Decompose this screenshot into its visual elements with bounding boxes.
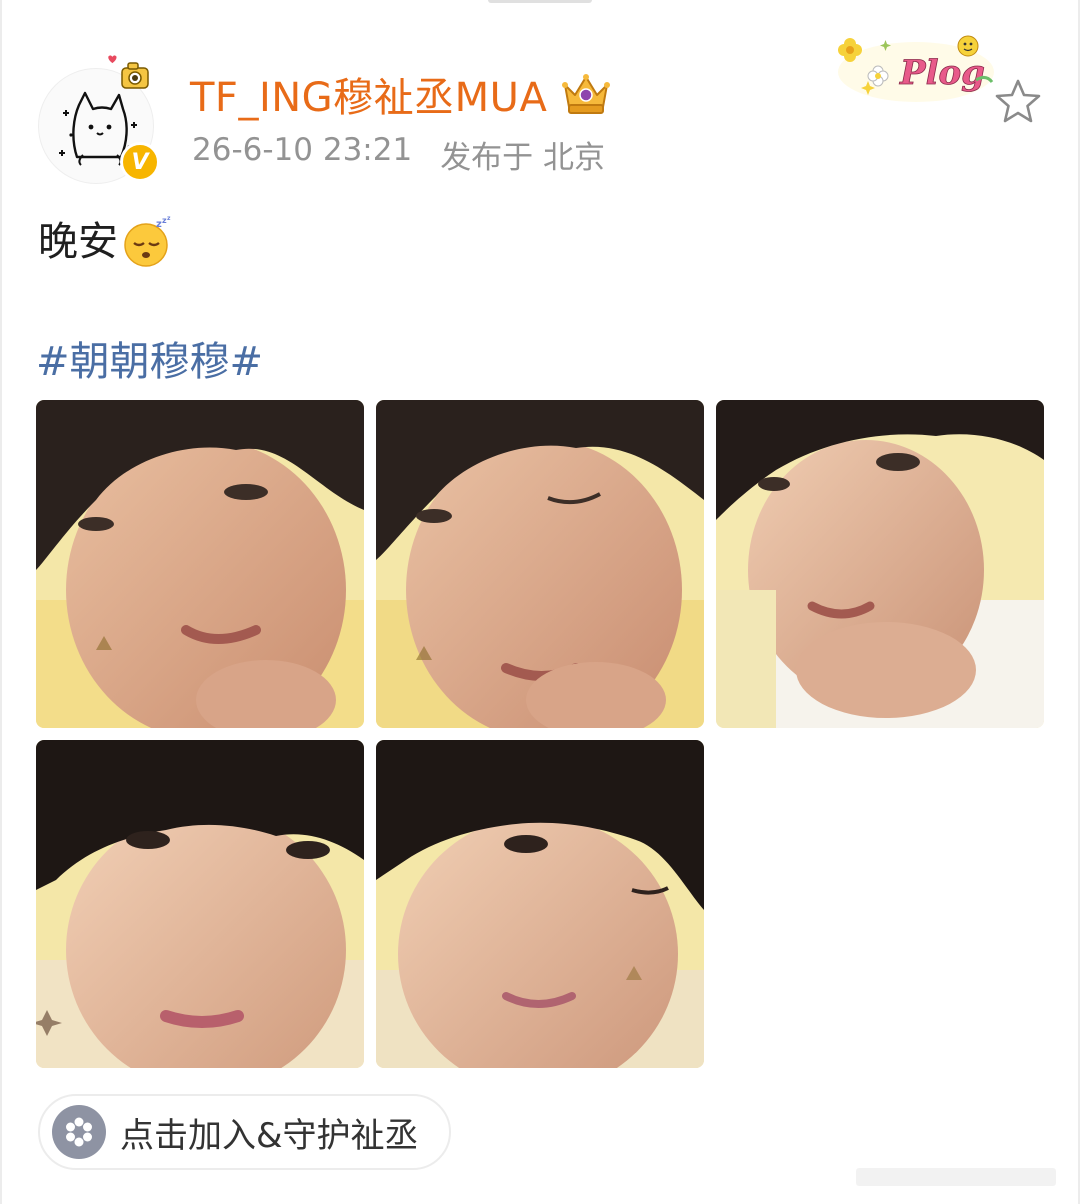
photo-5[interactable] xyxy=(376,740,704,1068)
photo-3[interactable] xyxy=(716,400,1044,728)
plog-sticker: Plog xyxy=(838,35,994,102)
photo-1[interactable] xyxy=(36,400,364,728)
photo-4[interactable] xyxy=(36,740,364,1068)
sleeping-face-emoji: z z z xyxy=(124,215,171,267)
flower-icon xyxy=(52,1105,106,1159)
crown-badge-icon[interactable] xyxy=(559,71,613,117)
post-location: 发布于 北京 xyxy=(440,140,606,176)
username-row: TF_ING穆祉丞MUA xyxy=(190,66,613,122)
post-date: 26-6-10 23:21 xyxy=(192,132,413,168)
avatar-container[interactable]: V xyxy=(38,55,160,184)
join-guard-label: 点击加入&守护祉丞 xyxy=(120,1115,419,1156)
photo-2[interactable] xyxy=(376,400,704,728)
post-meta: 26-6-10 23:21 发布于 北京 xyxy=(192,132,605,177)
svg-text:z: z xyxy=(167,215,171,222)
username[interactable]: TF_ING穆祉丞MUA xyxy=(190,65,547,123)
camera-sticker-icon xyxy=(108,55,149,89)
plog-sticker-text: Plog xyxy=(899,53,985,93)
frame-edge-left xyxy=(0,0,2,1204)
star-outline-icon[interactable] xyxy=(992,76,1044,128)
hashtag-link[interactable]: #朝朝穆穆# xyxy=(36,332,263,392)
top-handle-bar xyxy=(488,0,592,3)
post-text-content: 晚安 xyxy=(38,219,118,265)
post-text: 晚安 z z z xyxy=(38,210,174,274)
watermark-logo xyxy=(856,1168,1056,1186)
join-guard-button[interactable]: 点击加入&守护祉丞 xyxy=(38,1094,451,1170)
verified-badge: V xyxy=(120,142,160,182)
